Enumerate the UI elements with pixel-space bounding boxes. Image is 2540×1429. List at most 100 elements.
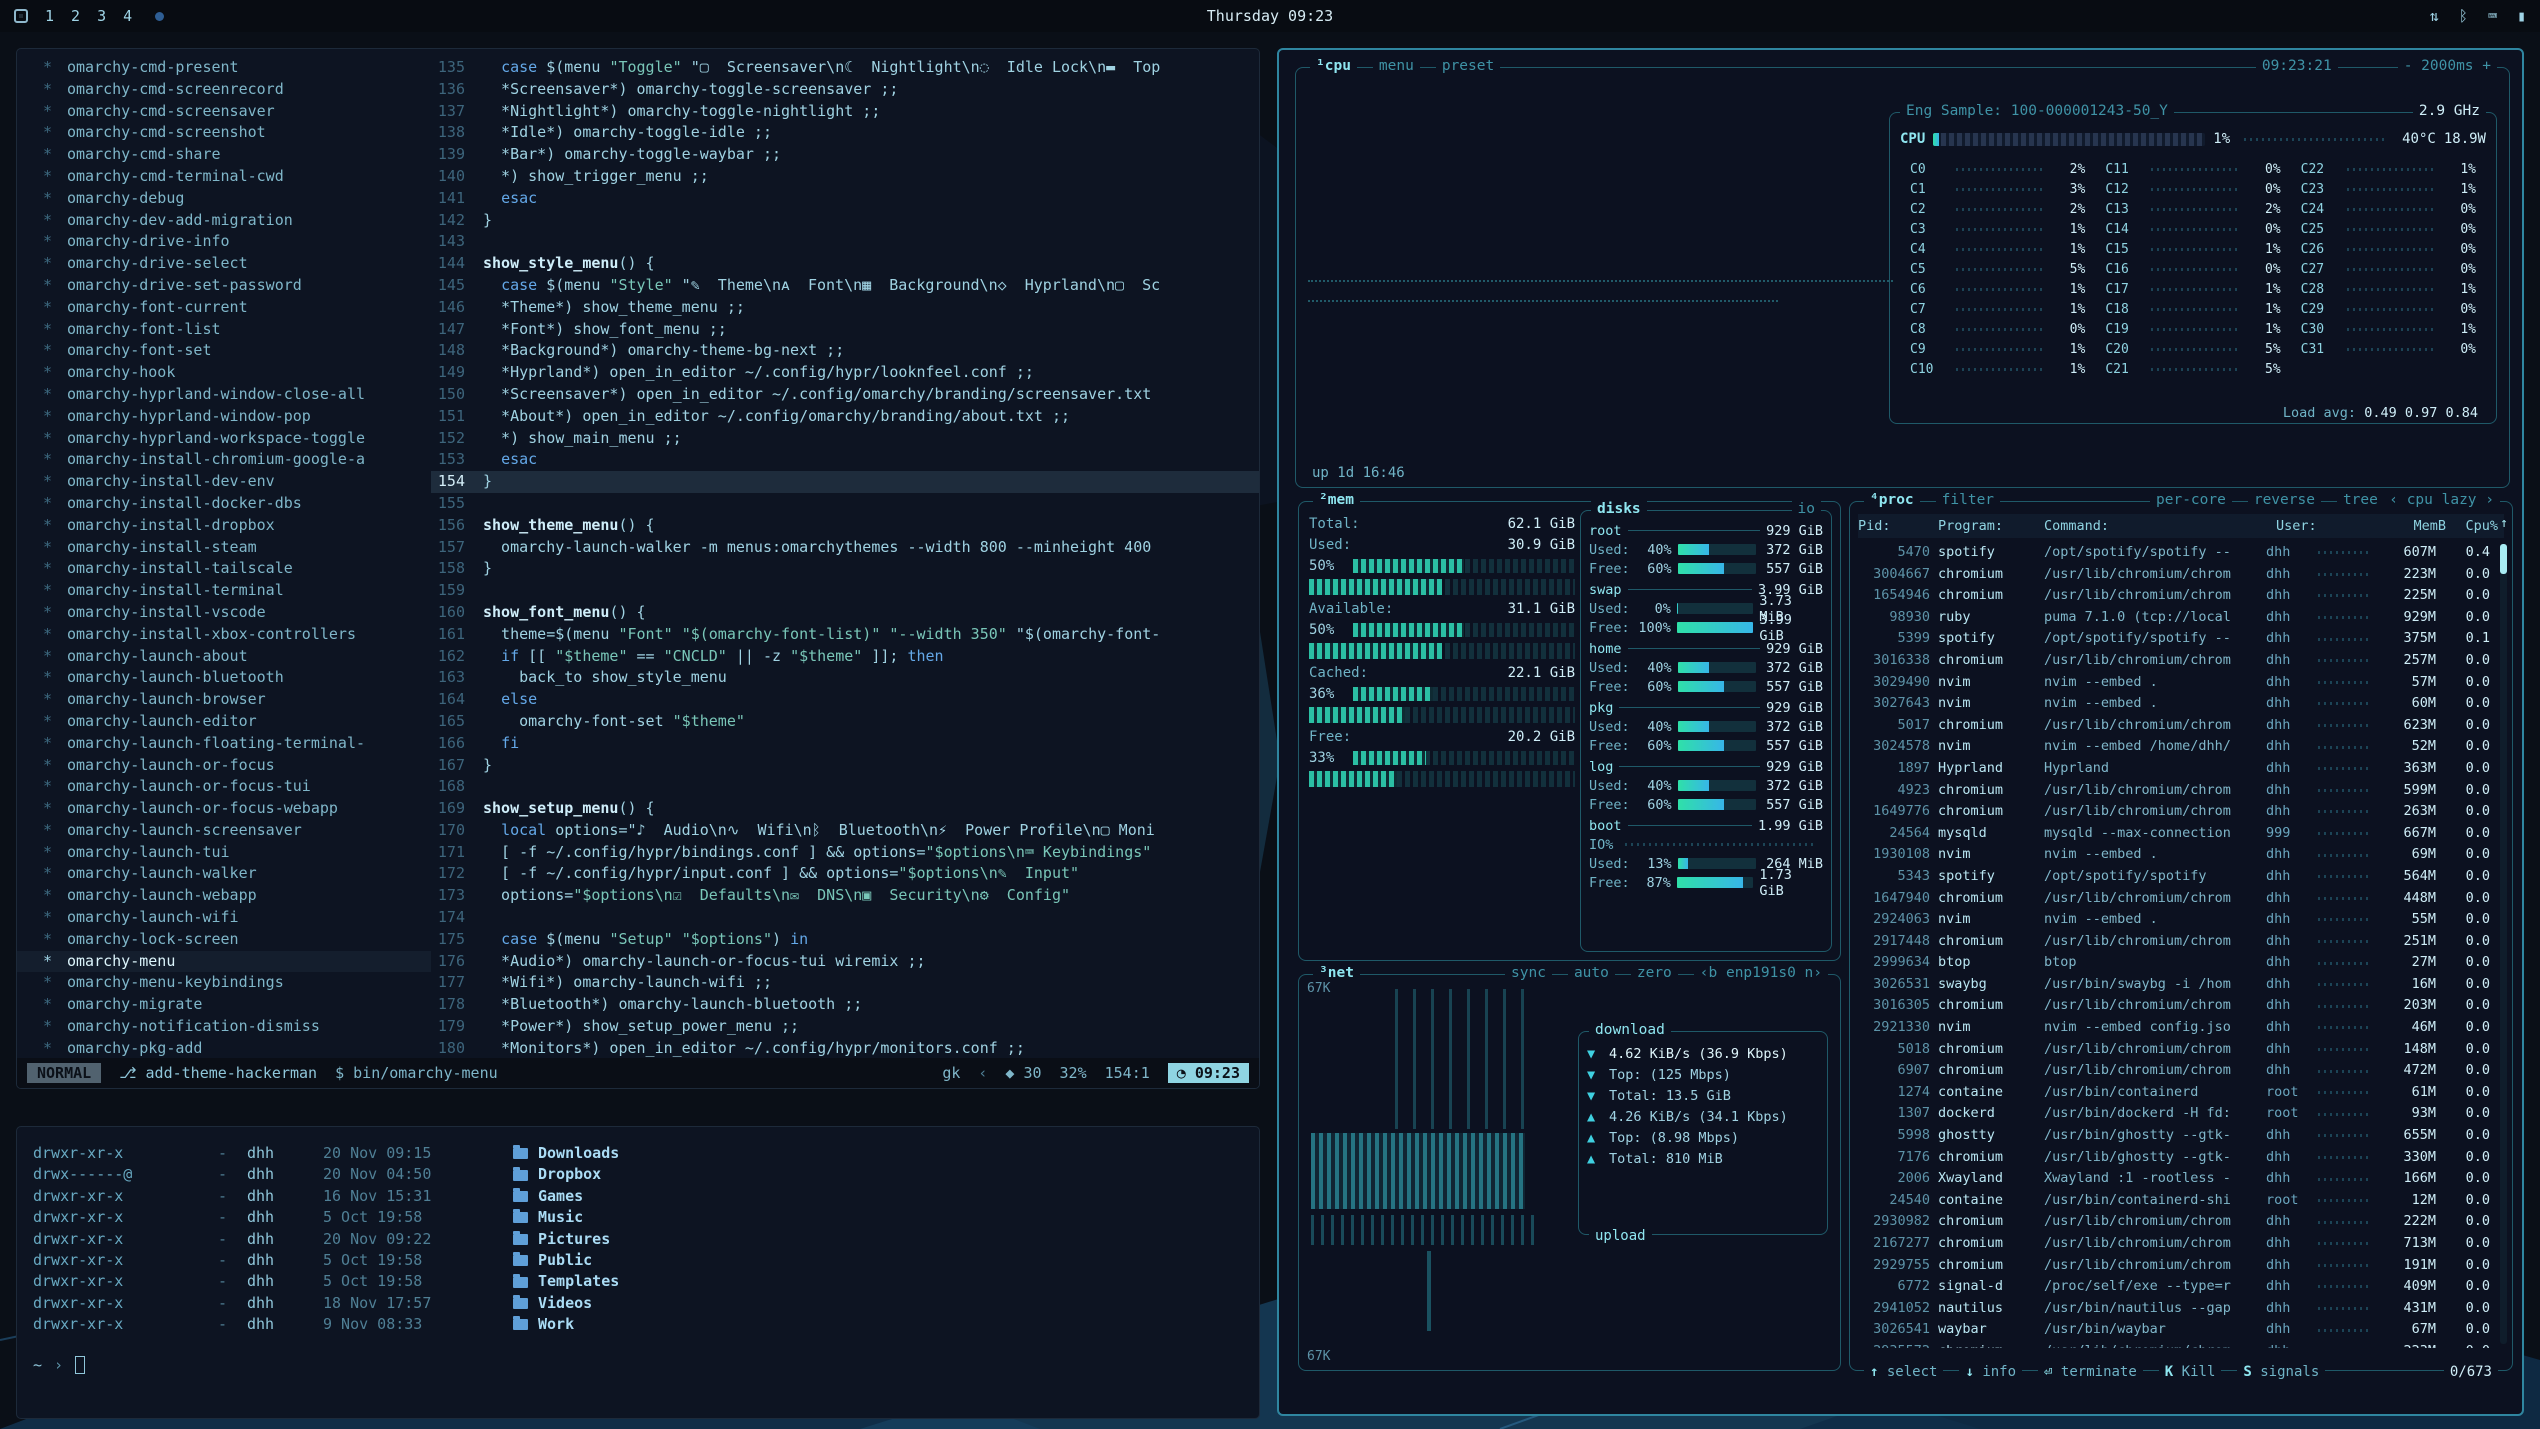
code-line[interactable]: 150 *Screensaver*) open_in_editor ~/.con… — [431, 384, 1259, 406]
code-line[interactable]: 144show_style_menu() { — [431, 253, 1259, 275]
filetree-item[interactable]: *omarchy-debug — [17, 188, 431, 210]
filetree-item[interactable]: *omarchy-menu-keybindings — [17, 972, 431, 994]
process-row[interactable]: 2921330nvimnvim --embed config.jsodhh46M… — [1858, 1017, 2494, 1039]
code-line[interactable]: 158} — [431, 558, 1259, 580]
filetree-item[interactable]: *omarchy-launch-or-focus — [17, 755, 431, 777]
code-line[interactable]: 145 case $(menu "Style" "✎ Theme\nᴀ Font… — [431, 275, 1259, 297]
proc-footer-Kill[interactable]: K Kill — [2159, 1364, 2222, 1380]
process-row[interactable]: 1274containe/usr/bin/containerdroot61M0.… — [1858, 1082, 2494, 1104]
filetree-item[interactable]: *omarchy-hyprland-workspace-toggle — [17, 428, 431, 450]
code-line[interactable]: 179 *Power*) show_setup_power_menu ;; — [431, 1016, 1259, 1038]
filetree-item[interactable]: *omarchy-cmd-screenshot — [17, 122, 431, 144]
process-row[interactable]: 3016338chromium/usr/lib/chromium/chromdh… — [1858, 650, 2494, 672]
filetree-item[interactable]: *omarchy-drive-set-password — [17, 275, 431, 297]
code-line[interactable]: 148 *Background*) omarchy-theme-bg-next … — [431, 340, 1259, 362]
filetree-item[interactable]: *omarchy-launch-tui — [17, 842, 431, 864]
code-line[interactable]: 166 fi — [431, 733, 1259, 755]
code-line[interactable]: 172 [ -f ~/.config/hypr/input.conf ] && … — [431, 863, 1259, 885]
process-row[interactable]: 1930108nvimnvim --embed .dhh69M0.0 — [1858, 844, 2494, 866]
proc-tab-reverse[interactable]: reverse — [2248, 492, 2321, 508]
process-row[interactable]: 2917448chromium/usr/lib/chromium/chromdh… — [1858, 931, 2494, 953]
net-tab-sync[interactable]: sync — [1505, 965, 1552, 981]
tab-mem[interactable]: ²mem — [1313, 492, 1360, 508]
code-line[interactable]: 161 theme=$(menu "Font" "$(omarchy-font-… — [431, 624, 1259, 646]
net-tab-zero[interactable]: zero — [1631, 965, 1678, 981]
code-line[interactable]: 140 *) show_trigger_menu ;; — [431, 166, 1259, 188]
tab-net[interactable]: ³net — [1313, 965, 1360, 981]
process-row[interactable]: 5017chromium/usr/lib/chromium/chromdhh62… — [1858, 715, 2494, 737]
process-row[interactable]: 7176chromium/usr/lib/ghostty --gtk-dhh33… — [1858, 1147, 2494, 1169]
filetree-item[interactable]: *omarchy-launch-about — [17, 646, 431, 668]
filetree-item[interactable]: *omarchy-install-dropbox — [17, 515, 431, 537]
net-tab-auto[interactable]: auto — [1568, 965, 1615, 981]
code-line[interactable]: 164 else — [431, 689, 1259, 711]
code-line[interactable]: 142} — [431, 210, 1259, 232]
filetree-item[interactable]: *omarchy-hyprland-window-close-all — [17, 384, 431, 406]
code-line[interactable]: 170 local options="♪ Audio\n∿ Wifi\nᛒ Bl… — [431, 820, 1259, 842]
filetree-item[interactable]: *omarchy-hook — [17, 362, 431, 384]
process-row[interactable]: 24564mysqldmysqld --max-connection999667… — [1858, 823, 2494, 845]
tab-preset[interactable]: preset — [1436, 58, 1500, 74]
process-row[interactable]: 5399spotify/opt/spotify/spotify --dhh375… — [1858, 628, 2494, 650]
proc-column-header[interactable] — [2328, 514, 2390, 538]
filetree-item[interactable]: *omarchy-cmd-screenrecord — [17, 79, 431, 101]
filetree-item[interactable]: *omarchy-migrate — [17, 994, 431, 1016]
filetree-item[interactable]: *omarchy-font-current — [17, 297, 431, 319]
code-line[interactable]: 154} — [431, 471, 1259, 493]
tab-cpu[interactable]: ¹cpu — [1310, 58, 1357, 74]
code-line[interactable]: 175 case $(menu "Setup" "$options") in — [431, 929, 1259, 951]
process-row[interactable]: 2930982chromium/usr/lib/chromium/chromdh… — [1858, 1211, 2494, 1233]
proc-column-header[interactable]: Cpu% — [2452, 514, 2504, 538]
filetree-item[interactable]: *omarchy-lock-screen — [17, 929, 431, 951]
filetree-item[interactable]: *omarchy-launch-bluetooth — [17, 667, 431, 689]
tab-filter[interactable]: filter — [1936, 492, 2000, 508]
process-row[interactable]: 5018chromium/usr/lib/chromium/chromdhh14… — [1858, 1039, 2494, 1061]
code-line[interactable]: 143 — [431, 231, 1259, 253]
proc-tab-tree[interactable]: tree — [2337, 492, 2384, 508]
code-line[interactable]: 136 *Screensaver*) omarchy-toggle-screen… — [431, 79, 1259, 101]
filetree-item[interactable]: *omarchy-install-tailscale — [17, 558, 431, 580]
proc-footer-signals[interactable]: S signals — [2237, 1364, 2325, 1380]
filetree-item[interactable]: *omarchy-launch-walker — [17, 863, 431, 885]
tab-menu[interactable]: menu — [1373, 58, 1420, 74]
code-line[interactable]: 147 *Font*) show_font_menu ;; — [431, 319, 1259, 341]
code-line[interactable]: 149 *Hyprland*) open_in_editor ~/.config… — [431, 362, 1259, 384]
code-line[interactable]: 152 *) show_main_menu ;; — [431, 428, 1259, 450]
process-row[interactable]: 6907chromium/usr/lib/chromium/chromdhh47… — [1858, 1060, 2494, 1082]
scroll-up-icon[interactable]: ↑ — [2500, 516, 2508, 531]
process-row[interactable]: 2167277chromium/usr/lib/chromium/chromdh… — [1858, 1233, 2494, 1255]
filetree-item[interactable]: *omarchy-launch-screensaver — [17, 820, 431, 842]
filetree-item[interactable]: *omarchy-install-steam — [17, 537, 431, 559]
process-row[interactable]: 4923chromium/usr/lib/chromium/chromdhh59… — [1858, 780, 2494, 802]
process-row[interactable]: 98930rubypuma 7.1.0 (tcp://localdhh929M0… — [1858, 607, 2494, 629]
filetree-item[interactable]: *omarchy-drive-select — [17, 253, 431, 275]
filetree-item[interactable]: *omarchy-launch-floating-terminal- — [17, 733, 431, 755]
tab-proc[interactable]: ⁴proc — [1864, 492, 1920, 508]
code-line[interactable]: 162 if [[ "$theme" == "CNCLD" || -z "$th… — [431, 646, 1259, 668]
filetree-item[interactable]: *omarchy-install-chromium-google-a — [17, 449, 431, 471]
code-line[interactable]: 141 esac — [431, 188, 1259, 210]
code-line[interactable]: 137 *Nightlight*) omarchy-toggle-nightli… — [431, 101, 1259, 123]
process-row[interactable]: 3026541waybar/usr/bin/waybardhh67M0.0 — [1858, 1319, 2494, 1341]
process-row[interactable]: 2929755chromium/usr/lib/chromium/chromdh… — [1858, 1255, 2494, 1277]
workspace-button[interactable]: 4 — [123, 7, 132, 25]
bluetooth-icon[interactable]: ᛒ — [2459, 7, 2468, 25]
code-line[interactable]: 153 esac — [431, 449, 1259, 471]
process-row[interactable]: 5470spotify/opt/spotify/spotify --dhh607… — [1858, 542, 2494, 564]
proc-tab-per-core[interactable]: per-core — [2150, 492, 2232, 508]
proc-column-header[interactable]: User: — [2276, 514, 2328, 538]
code-line[interactable]: 165 omarchy-font-set "$theme" — [431, 711, 1259, 733]
proc-footer-terminate[interactable]: ⏎ terminate — [2038, 1364, 2143, 1380]
process-row[interactable]: 2941052nautilus/usr/bin/nautilus --gapdh… — [1858, 1298, 2494, 1320]
code-line[interactable]: 180 *Monitors*) open_in_editor ~/.config… — [431, 1038, 1259, 1058]
filetree-item[interactable]: *omarchy-launch-or-focus-webapp — [17, 798, 431, 820]
process-row[interactable]: 3026531swaybg/usr/bin/swaybg -i /homdhh1… — [1858, 974, 2494, 996]
filetree-item[interactable]: *omarchy-install-terminal — [17, 580, 431, 602]
proc-column-header[interactable]: MemB — [2390, 514, 2452, 538]
process-row[interactable]: 3029490nvimnvim --embed .dhh57M0.0 — [1858, 672, 2494, 694]
proc-column-header[interactable]: Command: — [2044, 514, 2276, 538]
filetree-item[interactable]: *omarchy-install-vscode — [17, 602, 431, 624]
process-row[interactable]: 2924063nvimnvim --embed .dhh55M0.0 — [1858, 909, 2494, 931]
filetree-item[interactable]: *omarchy-drive-info — [17, 231, 431, 253]
filetree-item[interactable]: *omarchy-launch-or-focus-tui — [17, 776, 431, 798]
